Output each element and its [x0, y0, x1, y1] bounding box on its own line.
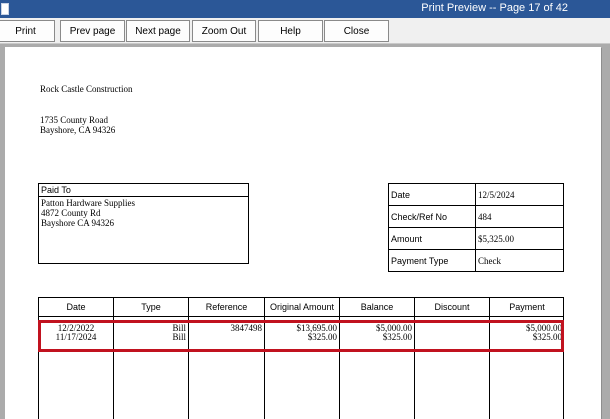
document-icon — [1, 3, 9, 15]
prev-page-button[interactable]: Prev page — [60, 20, 125, 42]
help-button[interactable]: Help — [258, 20, 323, 42]
info-value: $5,325.00 — [478, 233, 514, 244]
print-preview-page: Rock Castle Construction 1735 County Roa… — [5, 47, 601, 419]
column-type: Type Bill Bill — [114, 298, 189, 419]
info-row-date: Date 12/5/2024 — [389, 184, 563, 206]
column-original-amount: Original Amount $13,695.00 $325.00 — [265, 298, 340, 419]
column-header: Type — [114, 298, 188, 317]
info-label: Date — [389, 184, 476, 205]
column-discount: Discount — [415, 298, 490, 419]
column-header: Balance — [340, 298, 414, 317]
column-header: Reference — [189, 298, 264, 317]
payment-info-box: Date 12/5/2024 Check/Ref No 484 Amount $… — [388, 183, 564, 272]
print-button[interactable]: Print — [0, 20, 55, 42]
info-label: Payment Type — [389, 250, 476, 272]
highlight-box — [38, 320, 564, 352]
column-header: Date — [39, 298, 113, 317]
next-page-button[interactable]: Next page — [126, 20, 190, 42]
window-title: Print Preview -- Page 17 of 42 — [421, 2, 568, 14]
info-label: Check/Ref No — [389, 206, 476, 227]
paid-to-label: Paid To — [39, 184, 248, 197]
paid-to-line: 4872 County Rd — [41, 208, 101, 218]
column-reference: Reference 3847498 — [189, 298, 265, 419]
address-line: 1735 County Road — [40, 115, 109, 125]
info-value: Check — [478, 256, 501, 266]
zoom-out-button[interactable]: Zoom Out — [192, 20, 256, 42]
paid-to-line: Bayshore CA 94326 — [41, 218, 114, 228]
close-button[interactable]: Close — [324, 20, 389, 42]
preview-toolbar: Print Prev page Next page Zoom Out Help … — [0, 18, 610, 44]
paid-to-address: Patton Hardware Supplies 4872 County Rd … — [39, 197, 248, 228]
column-payment: Payment $5,000.00 $325.00 — [490, 298, 564, 419]
info-value: 12/5/2024 — [478, 189, 515, 200]
address-line: Bayshore, CA 94326 — [40, 125, 116, 135]
column-header: Discount — [415, 298, 489, 317]
info-row-amount: Amount $5,325.00 — [389, 228, 563, 250]
bills-table: Date 12/2/2022 11/17/2024 Type Bill Bill… — [38, 297, 564, 419]
column-header: Payment — [490, 298, 564, 317]
column-header: Original Amount — [265, 298, 339, 317]
paid-to-line: Patton Hardware Supplies — [41, 198, 135, 208]
paid-to-box: Paid To Patton Hardware Supplies 4872 Co… — [38, 183, 249, 264]
column-date: Date 12/2/2022 11/17/2024 — [39, 298, 114, 419]
info-row-payment-type: Payment Type Check — [389, 250, 563, 272]
info-label: Amount — [389, 228, 476, 249]
window-titlebar: Print Preview -- Page 17 of 42 — [0, 0, 610, 18]
company-address: 1735 County Road Bayshore, CA 94326 — [40, 115, 115, 135]
info-row-check-ref: Check/Ref No 484 — [389, 206, 563, 228]
column-balance: Balance $5,000.00 $325.00 — [340, 298, 415, 419]
info-value: 484 — [478, 211, 492, 222]
company-name: Rock Castle Construction — [40, 84, 133, 94]
